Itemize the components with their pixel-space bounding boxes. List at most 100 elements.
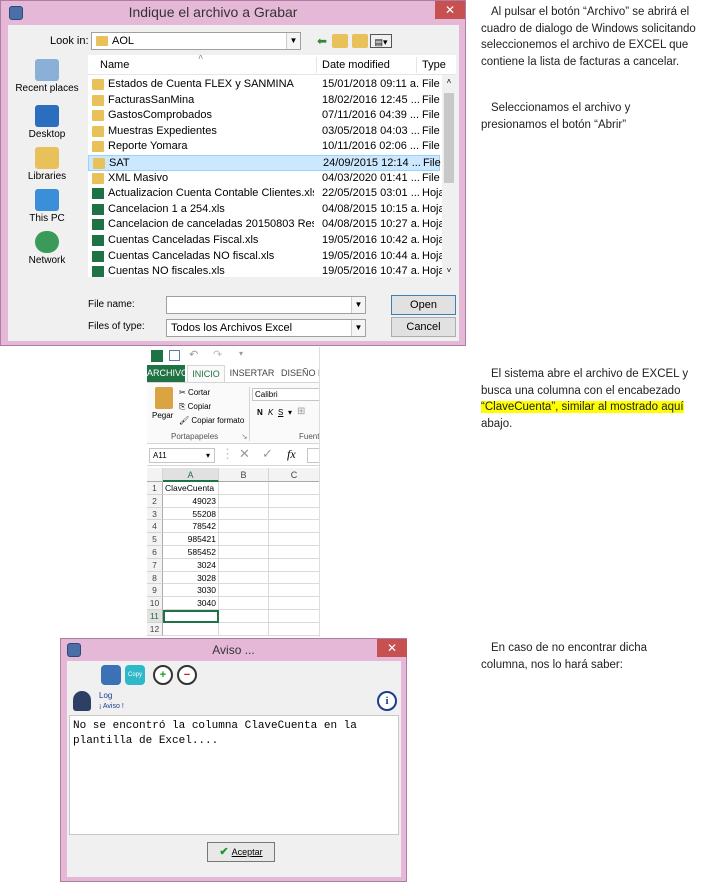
cell-b[interactable] xyxy=(219,558,269,572)
close-button[interactable]: ✕ xyxy=(435,1,465,19)
cell-c[interactable] xyxy=(269,559,319,572)
font-name-select[interactable]: Calibri xyxy=(252,388,319,401)
file-row[interactable]: Muestras Expedientes 03/05/2018 04:03 ...… xyxy=(88,124,452,140)
format-painter-button[interactable]: 🖌 Copiar formato xyxy=(179,416,244,425)
row-number[interactable]: 10 xyxy=(147,597,163,610)
col-type[interactable]: Type xyxy=(422,59,446,71)
chevron-down-icon[interactable]: ▾ xyxy=(206,451,210,460)
view-menu-icon[interactable]: ▤▾ xyxy=(370,34,392,48)
borders-icon[interactable]: ⊞ xyxy=(297,406,305,417)
row-number[interactable]: 11 xyxy=(147,610,163,623)
vertical-scrollbar[interactable]: ˄ ˅ xyxy=(442,75,456,277)
cancel-entry-icon[interactable]: ✕ xyxy=(239,446,250,462)
row-number[interactable]: 4 xyxy=(147,520,163,534)
cell-c[interactable] xyxy=(269,572,319,585)
cell-a[interactable]: 78542 xyxy=(163,520,219,534)
cell-a[interactable]: 3040 xyxy=(163,597,219,610)
place-network[interactable]: Network xyxy=(10,231,84,266)
row-number[interactable]: 5 xyxy=(147,533,163,546)
files-of-type-select[interactable]: Todos los Archivos Excel ▼ xyxy=(166,319,366,337)
file-row[interactable]: Estados de Cuenta FLEX y SANMINA 15/01/20… xyxy=(88,77,452,93)
file-row[interactable]: Cuentas NO fiscales.xls 19/05/2016 10:47 … xyxy=(88,264,452,277)
chevron-down-icon[interactable]: ▼ xyxy=(351,320,365,336)
file-row[interactable]: Actualizacion Cuenta Contable Clientes.x… xyxy=(88,186,452,202)
tab-inicio[interactable]: INICIO xyxy=(187,365,225,382)
paste-icon[interactable] xyxy=(155,387,173,409)
cell-b[interactable] xyxy=(219,597,269,610)
cell-b[interactable] xyxy=(219,494,269,508)
file-row[interactable]: FacturasSanMina 18/02/2016 12:45 ... File … xyxy=(88,93,452,109)
cell-a[interactable] xyxy=(163,622,219,636)
row-number[interactable]: 7 xyxy=(147,558,163,572)
customize-icon[interactable]: ▾ xyxy=(239,349,243,358)
cell-a[interactable]: ClaveCuenta xyxy=(163,482,219,495)
row-number[interactable]: 9 xyxy=(147,584,163,598)
cell-c[interactable] xyxy=(269,546,319,559)
name-box[interactable]: A11 ▾ xyxy=(149,448,215,463)
copy-icon[interactable]: Copy xyxy=(125,665,145,685)
chevron-down-icon[interactable]: ▾ xyxy=(288,408,292,417)
paste-label[interactable]: Pegar xyxy=(152,411,173,420)
cell-b[interactable] xyxy=(219,533,269,546)
file-list[interactable]: Name ˄ Date modified Type Estados de Cue… xyxy=(88,55,456,277)
cell-c[interactable] xyxy=(269,584,319,598)
up-folder-icon[interactable] xyxy=(332,34,348,48)
ok-button[interactable]: ✔ Aceptar xyxy=(207,842,275,862)
place-recent[interactable]: Recent places xyxy=(10,59,84,94)
cell-a[interactable]: 3030 xyxy=(163,584,219,598)
cancel-button[interactable]: Cancel xyxy=(391,317,456,337)
scroll-down-icon[interactable]: ˅ xyxy=(442,266,456,275)
back-icon[interactable]: ⬅ xyxy=(314,34,330,48)
col-name[interactable]: Name xyxy=(100,59,129,71)
cell-a[interactable]: 3024 xyxy=(163,558,219,572)
file-row[interactable]: Cancelacion de canceladas 20150803 Resul… xyxy=(88,217,452,233)
bold-button[interactable]: N xyxy=(257,408,263,417)
col-date[interactable]: Date modified xyxy=(322,59,390,71)
cell-b[interactable] xyxy=(219,482,269,495)
formula-input[interactable] xyxy=(307,448,319,463)
tab-diseno[interactable]: DISEÑO D xyxy=(281,365,319,382)
row-number[interactable]: 8 xyxy=(147,571,163,585)
tab-insertar[interactable]: INSERTAR xyxy=(229,365,275,382)
cell-c[interactable] xyxy=(269,508,319,521)
file-row[interactable]: Reporte Yomara 10/11/2016 02:06 ... File f… xyxy=(88,139,452,155)
cell-c[interactable] xyxy=(269,623,319,636)
row-number[interactable]: 6 xyxy=(147,546,163,559)
place-libraries[interactable]: Libraries xyxy=(10,147,84,182)
close-button[interactable]: ✕ xyxy=(377,639,407,657)
zoom-out-icon[interactable]: − xyxy=(177,665,197,685)
cell-c[interactable] xyxy=(269,597,319,610)
new-folder-icon[interactable] xyxy=(352,34,368,48)
cell-c[interactable] xyxy=(269,482,319,495)
cell-c[interactable] xyxy=(269,533,319,546)
select-all-corner[interactable] xyxy=(147,468,163,482)
file-name-input[interactable]: ▼ xyxy=(166,296,366,314)
file-row[interactable]: Cancelacion 1 a 254.xls 04/08/2015 10:15 … xyxy=(88,202,452,218)
open-button[interactable]: Open xyxy=(391,295,456,315)
chevron-down-icon[interactable]: ▼ xyxy=(351,297,365,313)
file-row[interactable]: Cuentas Canceladas NO fiscal.xls 19/05/20… xyxy=(88,249,452,265)
insert-function-icon[interactable]: fx xyxy=(287,447,296,462)
notebook-icon[interactable] xyxy=(101,665,121,685)
row-number[interactable]: 3 xyxy=(147,507,163,521)
scroll-up-icon[interactable]: ˄ xyxy=(442,77,456,86)
col-header-a[interactable]: A xyxy=(163,468,219,482)
cell-b[interactable] xyxy=(219,584,269,598)
underline-button[interactable]: S xyxy=(278,408,283,417)
confirm-entry-icon[interactable]: ✓ xyxy=(262,446,273,462)
look-in-combo[interactable]: AOL ▼ xyxy=(91,32,301,50)
cell-a[interactable]: 585452 xyxy=(163,546,219,559)
col-header-c[interactable]: C xyxy=(269,468,319,482)
copy-button[interactable]: ⎘ Copiar xyxy=(179,402,211,412)
cell-b[interactable] xyxy=(219,520,269,534)
cell-a[interactable]: 49023 xyxy=(163,494,219,508)
file-row[interactable]: SAT 24/09/2015 12:14 ... File fol xyxy=(88,155,453,171)
row-number[interactable]: 1 xyxy=(147,482,163,495)
undo-icon[interactable]: ↶ xyxy=(189,348,198,361)
place-desktop[interactable]: Desktop xyxy=(10,105,84,140)
dialog-launcher-icon[interactable]: ↘ xyxy=(241,432,248,441)
place-this-pc[interactable]: This PC xyxy=(10,189,84,224)
cell-a[interactable]: 55208 xyxy=(163,507,219,521)
row-number[interactable]: 2 xyxy=(147,494,163,508)
cell-c[interactable] xyxy=(269,495,319,508)
